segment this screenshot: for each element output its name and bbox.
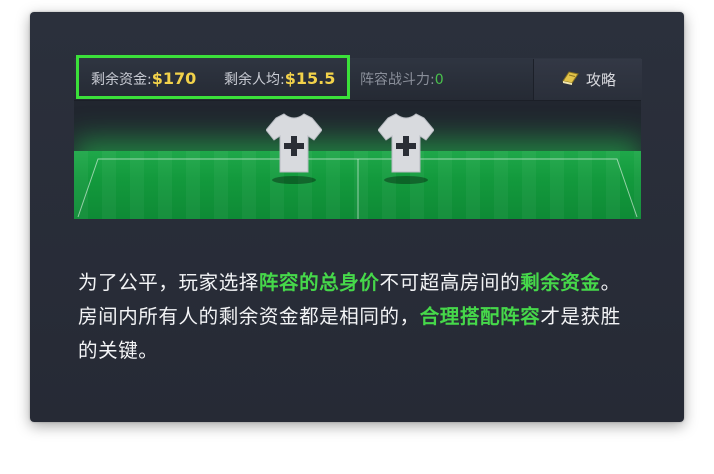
shirt-add-icon	[265, 113, 323, 194]
shirt-add-icon	[377, 113, 435, 194]
desc-highlight-lineup: 合理搭配阵容	[419, 305, 541, 328]
football-pitch	[74, 151, 641, 219]
player-slot-2[interactable]	[377, 110, 435, 190]
desc-highlight-remaining-funds: 剩余资金	[520, 271, 601, 294]
guide-button-label: 攻略	[585, 71, 616, 89]
lineup-power-label: 阵容战斗力:	[360, 72, 435, 88]
desc-text-1: 为了公平，玩家选择	[78, 271, 259, 294]
guide-button[interactable]: 攻略	[533, 59, 642, 100]
desc-highlight-total-value: 阵容的总身价	[258, 271, 380, 294]
pitch-area	[74, 101, 641, 219]
lineup-power-value: 0	[434, 72, 444, 88]
book-icon	[560, 69, 580, 91]
desc-text-2: 不可超高房间的	[379, 271, 521, 294]
budget-highlight-box	[76, 55, 350, 99]
lineup-power: 阵容战斗力:0	[360, 69, 444, 89]
rules-description: 为了公平，玩家选择阵容的总身价不可超高房间的剩余资金。房间内所有人的剩余资金都是…	[78, 266, 638, 368]
player-slot-1[interactable]	[265, 110, 323, 190]
